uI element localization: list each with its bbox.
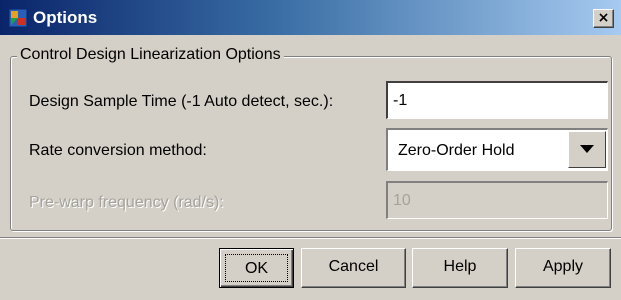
ok-button[interactable]: OK <box>219 248 294 288</box>
matlab-app-icon <box>8 8 28 28</box>
sample-time-value: -1 <box>393 92 408 109</box>
sample-time-label: Design Sample Time (-1 Auto detect, sec.… <box>29 93 334 110</box>
ok-label: OK <box>225 254 288 282</box>
rate-method-selected: Zero-Order Hold <box>398 142 515 159</box>
dropdown-arrow-button[interactable] <box>568 131 606 168</box>
prewarp-input: 10 <box>386 181 608 219</box>
group-legend: Control Design Linearization Options <box>17 46 284 64</box>
window-title: Options <box>33 8 98 27</box>
apply-label: Apply <box>542 258 584 275</box>
divider <box>0 237 621 239</box>
sample-time-input[interactable]: -1 <box>386 81 608 119</box>
cancel-button[interactable]: Cancel <box>301 248 406 288</box>
help-label: Help <box>443 258 477 275</box>
rate-method-dropdown[interactable]: Zero-Order Hold <box>386 128 608 171</box>
prewarp-label: Pre-warp frequency (rad/s): <box>29 194 224 211</box>
close-button[interactable]: × <box>593 9 614 28</box>
prewarp-value: 10 <box>393 192 411 209</box>
apply-button[interactable]: Apply <box>515 248 611 288</box>
rate-method-label: Rate conversion method: <box>29 142 207 159</box>
help-button[interactable]: Help <box>412 248 508 288</box>
cancel-label: Cancel <box>328 258 379 275</box>
close-icon: × <box>597 10 610 26</box>
title-bar[interactable]: Options × <box>0 0 621 35</box>
chevron-down-icon <box>580 145 594 153</box>
